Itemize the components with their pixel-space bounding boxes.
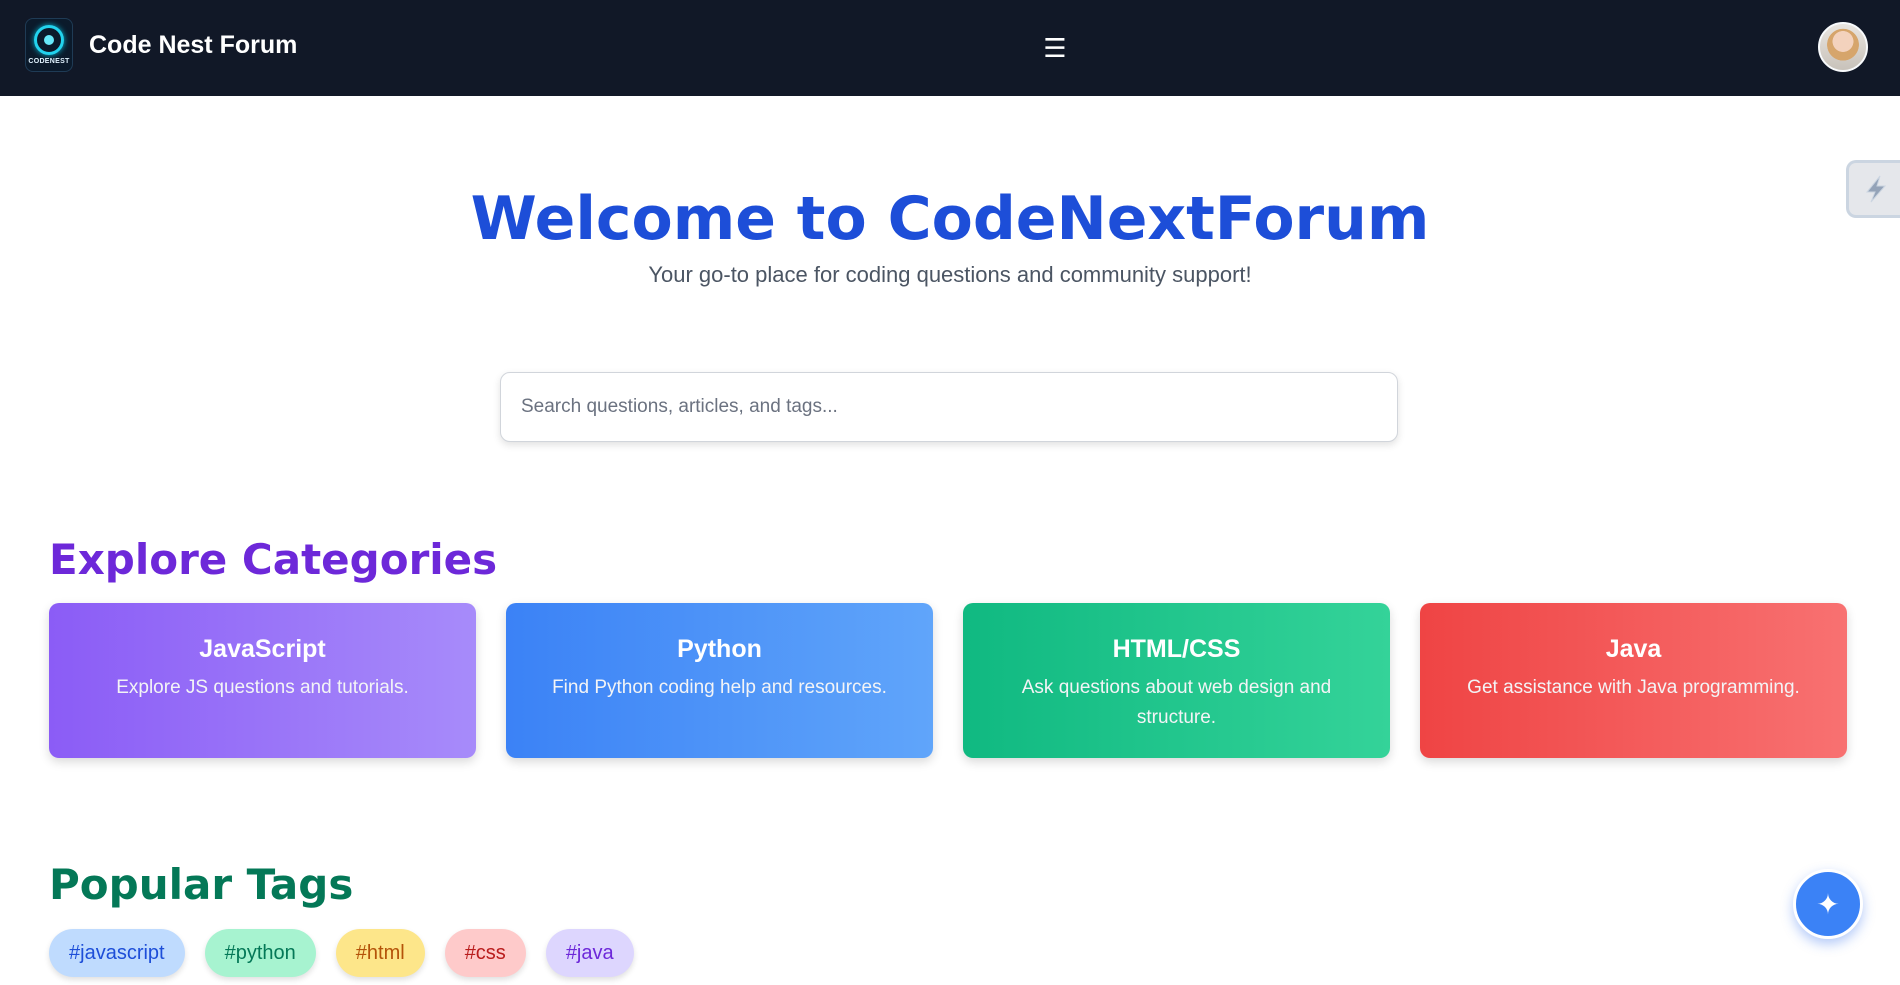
user-avatar[interactable]: [1818, 22, 1868, 72]
hero-title: Welcome to CodeNextForum: [470, 184, 1430, 254]
category-name: HTML/CSS: [1112, 635, 1241, 663]
categories-title: Explore Categories: [49, 535, 498, 584]
search-input[interactable]: [500, 372, 1398, 442]
logo-ring-icon: [34, 25, 64, 55]
codenest-logo: CODENEST: [25, 18, 73, 72]
category-name: Python: [677, 635, 762, 663]
hamburger-menu-icon[interactable]: ☰: [1040, 30, 1070, 66]
popular-tags-title: Popular Tags: [49, 860, 354, 909]
category-card-html-css[interactable]: HTML/CSS Ask questions about web design …: [963, 603, 1390, 758]
tag-css[interactable]: #css: [444, 929, 526, 977]
sparkle-icon-button[interactable]: ✦: [1793, 869, 1863, 939]
brand-name[interactable]: Code Nest Forum: [89, 31, 297, 60]
popular-tags: #javascript #python #html #css #java: [49, 929, 634, 977]
tag-html[interactable]: #html: [335, 929, 425, 977]
tag-java[interactable]: #java: [545, 929, 634, 977]
category-description: Explore JS questions and tutorials.: [116, 677, 409, 698]
category-name: Java: [1605, 635, 1662, 663]
category-name: JavaScript: [199, 635, 326, 663]
brand[interactable]: CODENEST Code Nest Forum: [25, 18, 297, 72]
category-cards: JavaScript Explore JS questions and tuto…: [49, 603, 1847, 758]
category-card-javascript[interactable]: JavaScript Explore JS questions and tuto…: [49, 603, 476, 758]
category-description: Get assistance with Java programming.: [1467, 677, 1800, 698]
category-description: Ask questions about web design and struc…: [1021, 677, 1332, 728]
top-navbar: CODENEST Code Nest Forum ☰: [0, 0, 1900, 96]
logo-text: CODENEST: [28, 58, 70, 65]
category-card-python[interactable]: Python Find Python coding help and resou…: [506, 603, 933, 758]
tag-javascript[interactable]: #javascript: [49, 929, 185, 977]
category-description: Find Python coding help and resources.: [552, 677, 887, 698]
hero-subtitle: Your go-to place for coding questions an…: [648, 262, 1252, 287]
tag-python[interactable]: #python: [204, 929, 316, 977]
category-card-java[interactable]: Java Get assistance with Java programmin…: [1420, 603, 1847, 758]
